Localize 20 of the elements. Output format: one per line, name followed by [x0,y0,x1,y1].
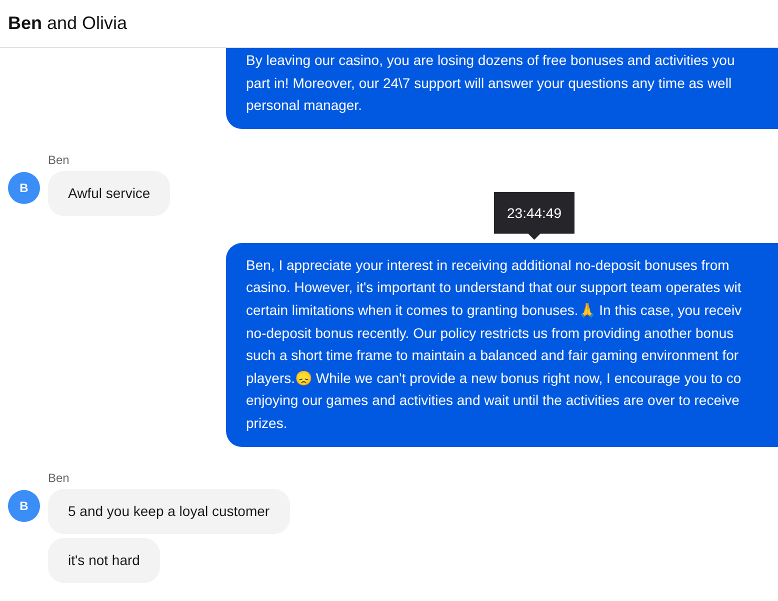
chat-title: Ben and Olivia [8,13,128,34]
message-text: personal manager. [246,96,362,116]
avatar: B [8,490,40,522]
timestamp-tooltip: 23:44:49 [494,192,574,240]
message-bubble: it's not hard [48,538,160,583]
message-text: such a short time frame to maintain a balanced and fair gaming environment for [246,346,739,366]
message-bubble: 5 and you keep a loyal customer [48,488,290,534]
message-text: part in! Moreover, our 24\7 support will answer your questions any time as well [246,74,732,93]
message-text: casino. However, it's important to understand that our support team operates wit [246,278,742,298]
message-text: prizes. [246,414,288,433]
sender-name: Ben [48,152,70,167]
message-text: By leaving our casino, you are losing dozens of free bonuses and activities you [246,51,735,70]
message-text: Ben, I appreciate your interest in receiving additional no-deposit bonuses from [246,256,730,275]
message-bubble: Awful service [48,170,170,216]
message-text: enjoying our games and activities and wait until the activities are over to receive [246,391,740,410]
message-text: no-deposit bonus recently. Our policy restricts us from providing another bonus [246,324,734,343]
message-text: certain limitations when it comes to granting bonuses.🙏 In this case, you receiv [246,300,742,320]
avatar: B [8,172,40,204]
sender-name: Ben [48,470,70,485]
message-text: players.😞 While we can't provide a new bonus right now, I encourage you to co [246,368,742,388]
